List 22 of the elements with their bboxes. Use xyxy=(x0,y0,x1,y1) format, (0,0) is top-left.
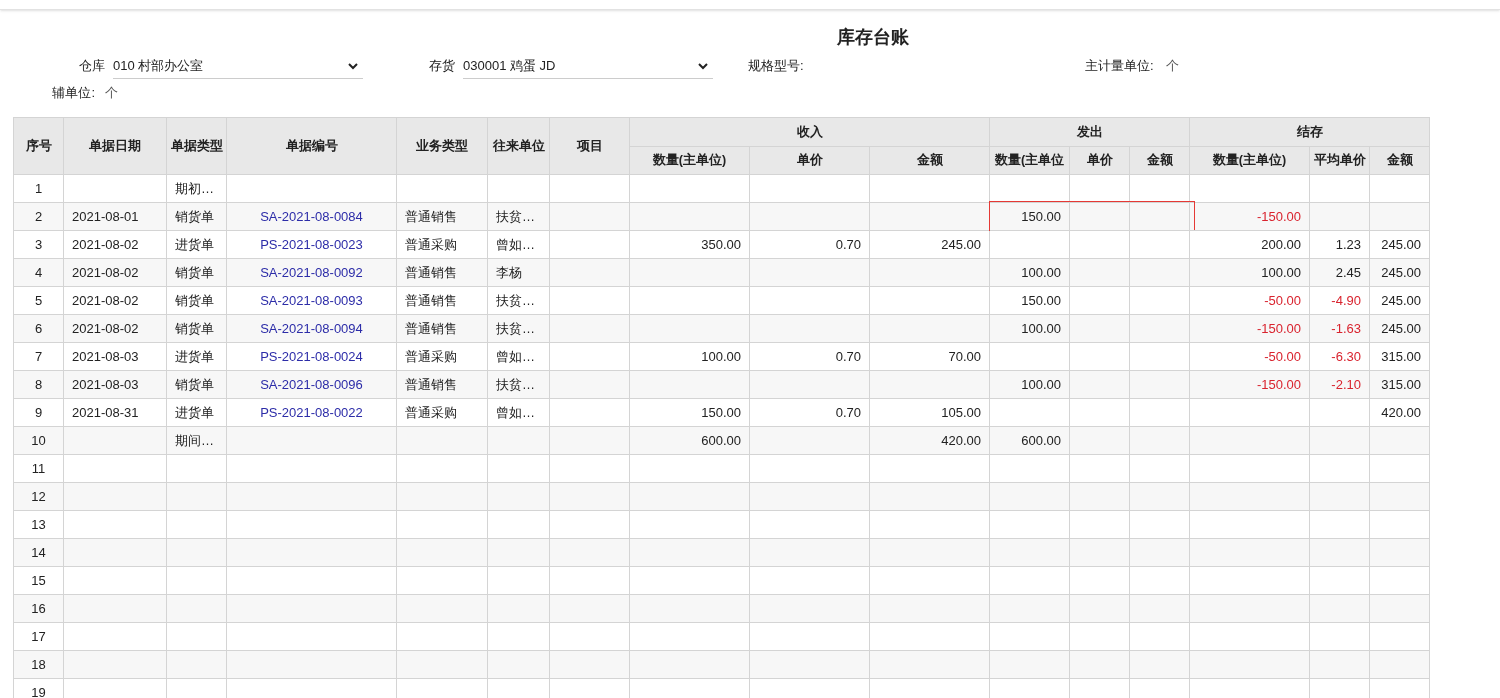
report-title: 库存台账 xyxy=(837,26,909,49)
group-header: 发出 xyxy=(990,118,1190,147)
doc-number-link[interactable]: PS-2021-08-0023 xyxy=(260,234,363,255)
doc-number-link[interactable]: PS-2021-08-0022 xyxy=(260,402,363,423)
doc-number-link[interactable]: SA-2021-08-0093 xyxy=(260,290,363,311)
field-label: 规格型号: xyxy=(748,57,804,76)
filter-select[interactable]: 030001 鸡蛋 JD xyxy=(463,53,713,79)
field-value: 个 xyxy=(1165,57,1179,76)
doc-number-link[interactable]: SA-2021-08-0094 xyxy=(260,318,363,339)
field-value: 个 xyxy=(105,83,118,102)
doc-number-link[interactable]: SA-2021-08-0096 xyxy=(260,374,363,395)
filter-select[interactable]: 010 村部办公室 xyxy=(113,53,363,79)
doc-number-link[interactable]: SA-2021-08-0092 xyxy=(260,262,363,283)
row-number: 19 xyxy=(14,679,64,698)
field-label: 主计量单位: xyxy=(1085,57,1154,76)
field-label: 辅单位: xyxy=(51,83,96,102)
doc-number-link[interactable]: SA-2021-08-0084 xyxy=(260,206,363,227)
group-header: 收入 xyxy=(630,118,990,147)
doc-number-link[interactable]: PS-2021-08-0024 xyxy=(260,346,363,367)
filter-label: 仓库 xyxy=(78,57,106,76)
group-header: 结存 xyxy=(1190,118,1430,147)
filter-label: 存货 xyxy=(428,57,456,76)
